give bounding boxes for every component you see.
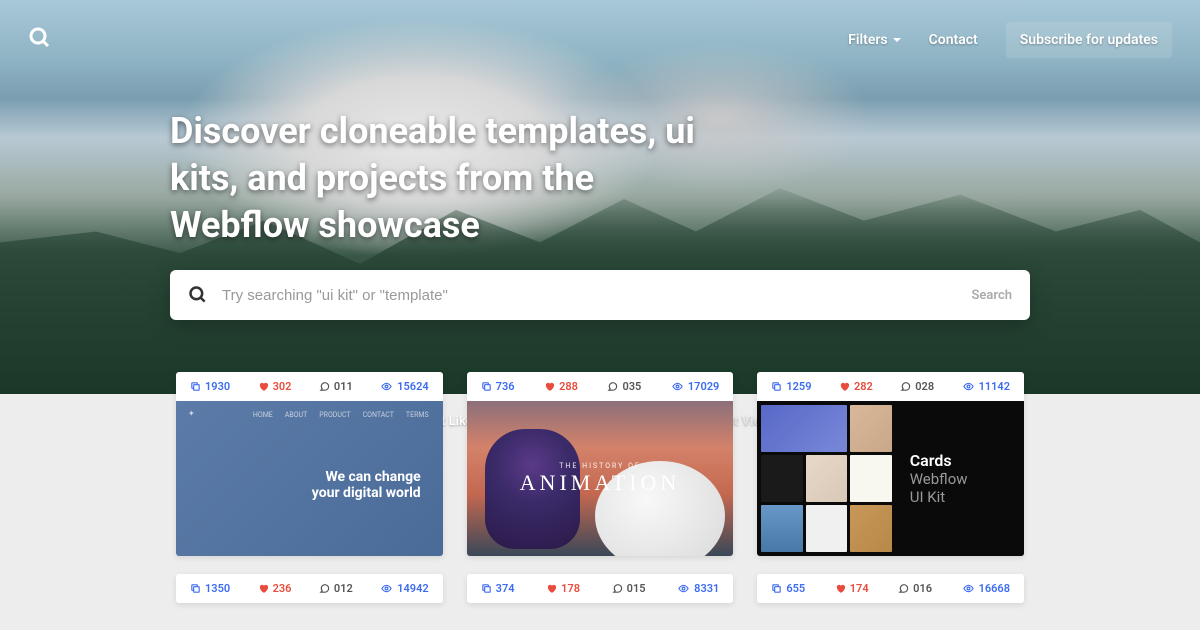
comment-icon bbox=[319, 381, 330, 392]
clone-icon bbox=[481, 381, 492, 392]
eye-icon bbox=[962, 583, 975, 594]
subscribe-button[interactable]: Subscribe for updates bbox=[1006, 22, 1172, 58]
template-card[interactable]: 1930 302 011 15624 ✦ HOMEABOUTPRODUCTCON… bbox=[176, 372, 443, 556]
search-bar: Search bbox=[170, 270, 1030, 320]
clone-icon bbox=[771, 381, 782, 392]
like-stat: 282 bbox=[839, 380, 873, 393]
comment-icon bbox=[900, 381, 911, 392]
like-stat: 302 bbox=[258, 380, 292, 393]
card-stats[interactable]: 1350 236 012 14942 bbox=[176, 574, 443, 603]
heart-icon bbox=[835, 583, 846, 594]
clone-icon bbox=[190, 381, 201, 392]
top-nav: Filters Contact Subscribe for updates bbox=[0, 0, 1200, 58]
comment-stat: 028 bbox=[900, 380, 934, 393]
card-thumbnail: ✦ HOMEABOUTPRODUCTCONTACTTERMS We can ch… bbox=[176, 401, 443, 556]
hero-title: Discover cloneable templates, ui kits, a… bbox=[170, 108, 730, 248]
clone-icon bbox=[190, 583, 201, 594]
card-stats: 1259 282 028 11142 bbox=[757, 372, 1024, 401]
heart-icon bbox=[258, 381, 269, 392]
card-stats: 736 288 035 17029 bbox=[467, 372, 734, 401]
hero-content: Discover cloneable templates, ui kits, a… bbox=[0, 58, 1200, 320]
clone-stat: 1930 bbox=[190, 380, 230, 393]
heart-icon bbox=[546, 583, 557, 594]
eye-icon bbox=[962, 381, 975, 392]
heart-icon bbox=[258, 583, 269, 594]
eye-icon bbox=[671, 381, 684, 392]
clone-icon bbox=[481, 583, 492, 594]
contact-link[interactable]: Contact bbox=[929, 32, 978, 48]
site-logo[interactable] bbox=[28, 26, 52, 54]
clone-icon bbox=[771, 583, 782, 594]
template-card[interactable]: 1259 282 028 11142 Cards Webflow UI Kit bbox=[757, 372, 1024, 556]
card-stats[interactable]: 374 178 015 8331 bbox=[467, 574, 734, 603]
card-stats: 1930 302 011 15624 bbox=[176, 372, 443, 401]
eye-icon bbox=[677, 583, 690, 594]
comment-stat: 035 bbox=[607, 380, 641, 393]
filters-label: Filters bbox=[848, 32, 887, 48]
like-stat: 288 bbox=[544, 380, 578, 393]
search-input[interactable] bbox=[208, 287, 971, 304]
comment-icon bbox=[319, 583, 330, 594]
filters-dropdown[interactable]: Filters bbox=[848, 32, 900, 48]
view-stat: 11142 bbox=[962, 380, 1010, 393]
card-grid-row2: 1350 236 012 14942 374 178 015 8331 655 … bbox=[0, 574, 1200, 603]
card-grid: 1930 302 011 15624 ✦ HOMEABOUTPRODUCTCON… bbox=[0, 372, 1200, 556]
eye-icon bbox=[380, 583, 393, 594]
hero-section: Filters Contact Subscribe for updates Di… bbox=[0, 0, 1200, 394]
card-thumbnail: Cards Webflow UI Kit bbox=[757, 401, 1024, 556]
comment-stat: 011 bbox=[319, 380, 353, 393]
clone-stat: 736 bbox=[481, 380, 515, 393]
template-card[interactable]: 736 288 035 17029 THE HISTORY OF ANIMATI… bbox=[467, 372, 734, 556]
comment-icon bbox=[898, 583, 909, 594]
comment-icon bbox=[607, 381, 618, 392]
card-stats[interactable]: 655 174 016 16668 bbox=[757, 574, 1024, 603]
heart-icon bbox=[544, 381, 555, 392]
view-stat: 15624 bbox=[380, 380, 428, 393]
search-icon bbox=[188, 285, 208, 305]
heart-icon bbox=[839, 381, 850, 392]
search-button[interactable]: Search bbox=[971, 288, 1012, 303]
caret-down-icon bbox=[893, 38, 901, 42]
card-thumbnail: THE HISTORY OF ANIMATION bbox=[467, 401, 734, 556]
eye-icon bbox=[380, 381, 393, 392]
clone-stat: 1259 bbox=[771, 380, 811, 393]
comment-icon bbox=[612, 583, 623, 594]
view-stat: 17029 bbox=[671, 380, 719, 393]
